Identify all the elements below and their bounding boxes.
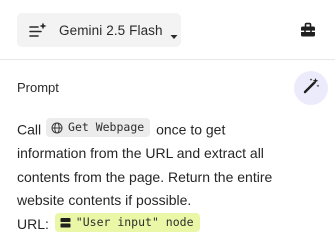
prompt-heading: Prompt [17, 80, 59, 95]
prompt-line-5: URL: "User input" node [17, 212, 317, 237]
magic-wand-icon [302, 77, 320, 100]
prompt-line-2: information from the URL and extract all [17, 145, 264, 162]
toolbox-icon [300, 22, 316, 42]
sparkle-lines-icon [29, 22, 47, 38]
prompt-text-call: Call [17, 121, 42, 138]
node-chip-user-input[interactable]: "User input" node [54, 212, 200, 232]
top-bar: Gemini 2.5 Flash [0, 0, 335, 60]
toolbox-button[interactable] [300, 22, 316, 38]
tool-chip-get-webpage[interactable]: Get Webpage [46, 118, 151, 137]
prompt-line-3: contents from the page. Return the entir… [17, 168, 273, 185]
chevron-down-icon [170, 27, 178, 39]
globe-icon [51, 122, 63, 133]
magic-wand-button[interactable] [294, 71, 328, 105]
tool-chip-label: Get Webpage [68, 119, 145, 134]
prompt-line-4: website contents if possible. [17, 192, 192, 209]
prompt-text[interactable]: Call Get Webpage once to get information… [17, 118, 317, 236]
model-name: Gemini 2.5 Flash [59, 22, 163, 38]
input-node-icon [60, 217, 71, 228]
url-label: URL: [17, 215, 49, 232]
node-chip-label: "User input" node [75, 214, 194, 229]
model-select[interactable]: Gemini 2.5 Flash [17, 13, 181, 47]
prompt-line-1: Call Get Webpage once to get [17, 118, 317, 142]
prompt-text-once: once to get [156, 121, 226, 138]
